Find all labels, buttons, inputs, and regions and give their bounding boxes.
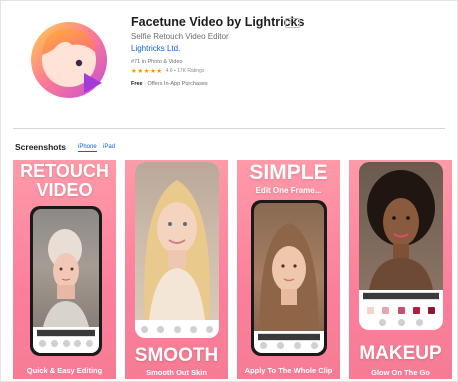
tool-icon xyxy=(379,319,386,326)
screenshot-card-retouch[interactable]: RETOUCH VIDEO Quick & Easy Editing xyxy=(13,160,116,379)
card-headline: SMOOTH xyxy=(134,345,219,366)
timeline-strip xyxy=(37,329,95,337)
tool-icon xyxy=(397,319,405,326)
portrait-photo xyxy=(254,203,324,353)
tool-icon xyxy=(416,319,423,326)
color-swatches xyxy=(367,307,435,314)
tool-icon xyxy=(141,326,148,333)
face-illustration xyxy=(367,170,435,290)
tool-icon xyxy=(39,340,46,347)
swatch-icon xyxy=(428,307,435,314)
tool-icons xyxy=(39,340,93,347)
tool-icon xyxy=(206,326,213,333)
in-app-purchases-note: · Offers In-App Purchases xyxy=(144,81,208,87)
tool-icon xyxy=(260,342,267,349)
facetune-video-logo-icon xyxy=(31,22,107,98)
category-ranking: #71 in Photo & Video xyxy=(131,59,183,65)
portrait-photo xyxy=(135,162,219,320)
phone-mockup xyxy=(251,200,327,356)
tool-icon xyxy=(173,326,181,333)
timeline-strip xyxy=(363,292,439,300)
rating-row: ★★★★★ 4.6 • 17K Ratings xyxy=(131,67,204,75)
portrait-photo xyxy=(359,162,443,290)
tab-ipad[interactable]: iPad xyxy=(103,144,115,150)
swatch-icon xyxy=(382,307,390,314)
screenshot-card-smooth[interactable]: SMOOTH Smooth Out Skin xyxy=(125,160,228,379)
card-caption: Glow On The Go xyxy=(371,368,430,377)
app-subtitle: Selfie Retouch Video Editor xyxy=(131,32,229,41)
tool-icon xyxy=(311,342,318,349)
tool-icons xyxy=(141,326,213,333)
editor-toolbar xyxy=(33,327,99,353)
tool-icons xyxy=(379,319,423,326)
tool-icon xyxy=(189,326,197,333)
screenshots-heading: Screenshots xyxy=(15,142,67,152)
app-store-page: Facetune Video by Lightricks 4+ Selfie R… xyxy=(0,0,458,382)
app-icon[interactable] xyxy=(24,15,114,105)
screenshot-card-simple[interactable]: SIMPLE Edit One Frame... Apply To The Wh… xyxy=(237,160,340,379)
rating-count: 4.6 • 17K Ratings xyxy=(165,68,205,74)
tool-icon xyxy=(62,340,70,347)
card-headline: MAKEUP xyxy=(359,343,442,364)
portrait-photo xyxy=(33,209,99,353)
developer-link[interactable]: Lightricks Ltd. xyxy=(131,44,180,53)
tool-icon xyxy=(50,340,58,347)
phone-mockup xyxy=(359,162,443,330)
swatch-icon xyxy=(412,307,420,314)
phone-mockup xyxy=(135,162,219,338)
section-divider xyxy=(13,128,445,129)
card-headline: RETOUCH VIDEO xyxy=(20,161,109,200)
age-rating-badge: 4+ xyxy=(285,18,300,28)
star-rating-icon: ★★★★★ xyxy=(131,68,163,75)
app-title: Facetune Video by Lightricks xyxy=(131,15,305,29)
card-caption: Apply To The Whole Clip xyxy=(244,366,333,375)
price-row: Free · Offers In-App Purchases xyxy=(131,81,208,87)
screenshot-card-makeup[interactable]: MAKEUP Glow On The Go xyxy=(349,160,452,379)
tab-iphone[interactable]: iPhone xyxy=(78,144,97,152)
phone-mockup xyxy=(30,206,102,356)
swatch-icon xyxy=(367,307,374,314)
tool-icon xyxy=(294,342,301,349)
tool-icon xyxy=(277,342,284,349)
card-subheadline: Edit One Frame... xyxy=(255,186,322,195)
tool-icons xyxy=(260,342,318,349)
card-headline: SIMPLE xyxy=(249,161,328,184)
price: Free xyxy=(131,81,143,87)
face-illustration xyxy=(144,180,210,320)
swatch-icon xyxy=(397,307,405,314)
card-caption: Smooth Out Skin xyxy=(146,368,207,377)
card-caption: Quick & Easy Editing xyxy=(26,366,103,375)
tool-icon xyxy=(86,340,93,347)
editor-toolbar xyxy=(254,331,324,353)
tool-icon xyxy=(157,326,165,333)
tool-icon xyxy=(74,340,82,347)
timeline-strip xyxy=(258,333,320,341)
